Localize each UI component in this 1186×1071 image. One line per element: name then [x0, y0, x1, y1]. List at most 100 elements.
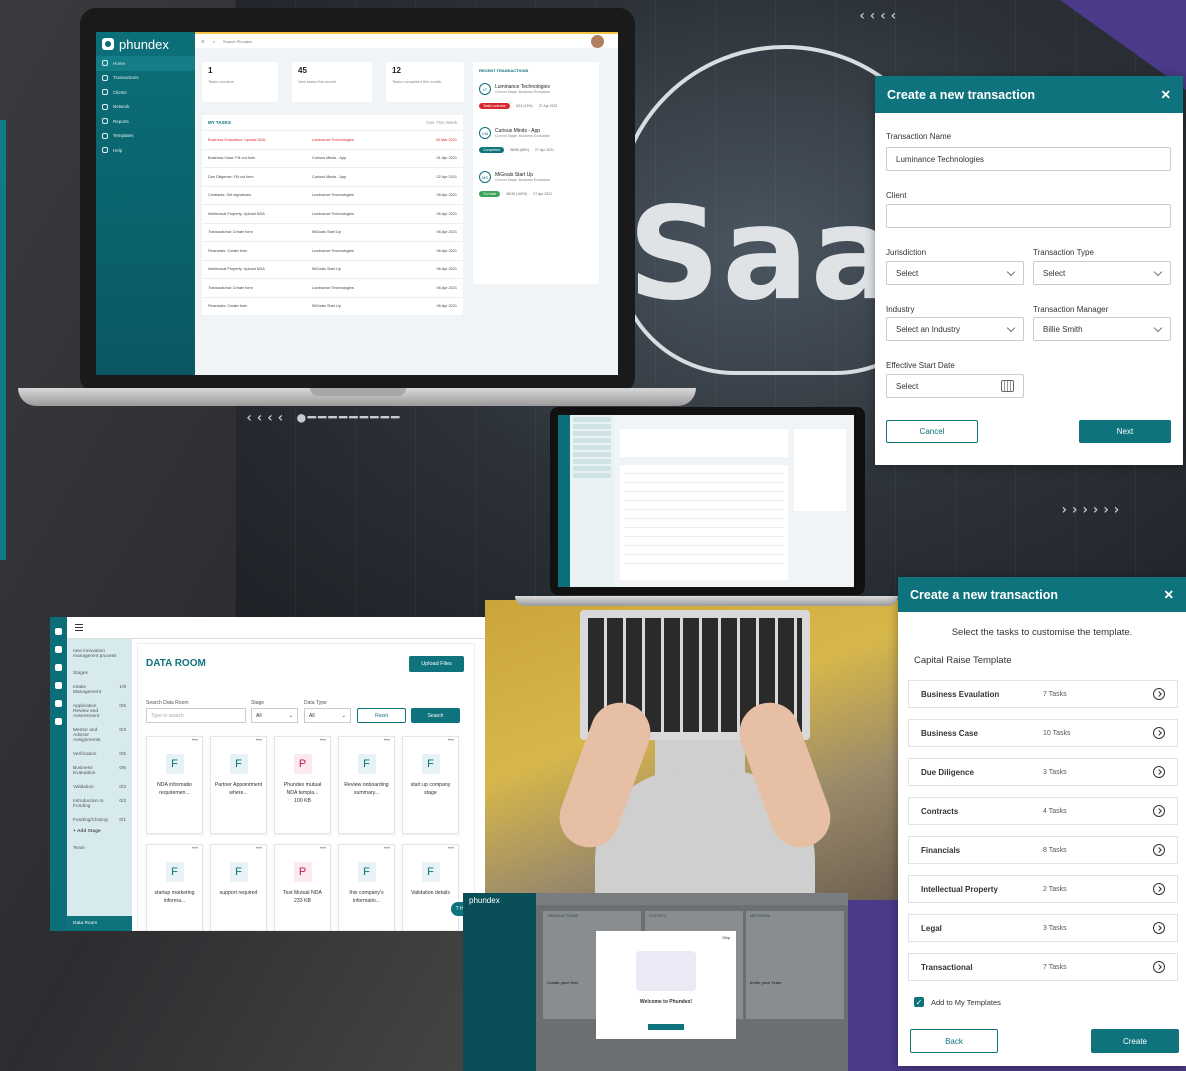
more-options-icon[interactable]: ••• [192, 738, 198, 744]
start-date-picker[interactable]: Select [886, 374, 1024, 398]
file-card[interactable]: ••• P Phundex mutual NDA templa... 100 KB [274, 736, 331, 834]
recent-transaction-card[interactable]: LT Luminance Technologies Current Stage: B… [479, 83, 593, 109]
file-card[interactable]: ••• Fstartup marketing informa... [146, 844, 203, 931]
calendar-icon[interactable] [1001, 380, 1014, 392]
chevron-right-circle-icon[interactable] [1153, 922, 1165, 934]
close-icon[interactable]: ✕ [1164, 587, 1174, 602]
sidebar-item-reports[interactable]: Reports [96, 114, 195, 129]
file-card[interactable]: ••• Fsupport required [210, 844, 267, 931]
tasks-filter-dropdown[interactable]: Due This Week [426, 120, 457, 125]
chevron-right-circle-icon[interactable] [1153, 805, 1165, 817]
cancel-button[interactable]: Cancel [886, 420, 978, 443]
globe-icon[interactable] [55, 682, 62, 689]
more-options-icon[interactable]: ••• [320, 846, 326, 852]
table-row[interactable]: Intellectual Property: Upload NDA Luminan… [202, 204, 463, 223]
search-icon[interactable]: ⌕ [213, 39, 215, 44]
stage-item[interactable]: Mentor and Advisor Assignments 0/3 [67, 728, 132, 743]
template-stage-row[interactable]: Business Evaulation 7 Tasks [908, 680, 1178, 708]
chevron-right-circle-icon[interactable] [1153, 883, 1165, 895]
file-card[interactable]: ••• P Test Mutual NDA 233 KB [274, 844, 331, 931]
file-card[interactable]: ••• F Partner Appointment where... [210, 736, 267, 834]
more-options-icon[interactable]: ••• [384, 846, 390, 852]
more-options-icon[interactable]: ••• [256, 738, 262, 744]
file-card[interactable]: ••• Fthis company's informatio... [338, 844, 395, 931]
next-button[interactable] [648, 1024, 684, 1030]
upload-files-button[interactable]: Upload Files [409, 656, 464, 672]
close-icon[interactable]: ✕ [1161, 87, 1171, 102]
transaction-name-field[interactable]: Luminance Technologies [886, 147, 1171, 171]
file-card[interactable]: ••• F NDA informatio requiremen... [146, 736, 203, 834]
template-stage-row[interactable]: Financials 8 Tasks [908, 836, 1178, 864]
sidebar-item-network[interactable]: Network [96, 100, 195, 115]
more-options-icon[interactable]: ••• [448, 738, 454, 744]
more-options-icon[interactable]: ••• [256, 846, 262, 852]
recent-transaction-card[interactable]: MS MiGoals Start Up Current Stage: Busines… [479, 171, 593, 197]
table-row[interactable]: Financials: Create form Luminance Technol… [202, 241, 463, 260]
template-stage-row[interactable]: Legal 3 Tasks [908, 914, 1178, 942]
transaction-manager-select[interactable]: Billie Smith [1033, 317, 1171, 341]
template-stage-row[interactable]: Intellectual Property 2 Tasks [908, 875, 1178, 903]
menu-icon[interactable]: ☰ [201, 39, 205, 44]
team-nav-item[interactable]: Team [67, 846, 132, 851]
sidebar-item-help[interactable]: Help [96, 143, 195, 158]
file-card[interactable]: ••• F Validation details [402, 844, 459, 931]
next-button[interactable]: Next [1079, 420, 1171, 443]
sidebar-item-transactions[interactable]: Transactions [96, 71, 195, 86]
stage-item[interactable]: Verification 0/5 [67, 752, 132, 757]
chevron-right-circle-icon[interactable] [1153, 766, 1165, 778]
transactions-icon[interactable] [55, 664, 62, 671]
search-input[interactable]: Type to search [146, 708, 246, 723]
client-field[interactable] [886, 204, 1171, 228]
table-row[interactable]: Business Evaluation: Upload NDA Luminance… [202, 130, 463, 149]
back-button[interactable]: Back [910, 1029, 998, 1053]
jurisdiction-select[interactable]: Select [886, 261, 1024, 285]
stage-item[interactable]: Validation 0/3 [67, 785, 132, 790]
stage-item[interactable]: Funding/Closing 0/1 [67, 818, 132, 823]
stage-select[interactable]: All ⌄ [251, 708, 298, 723]
menu-icon[interactable] [75, 624, 83, 631]
table-row[interactable]: Due Diligence: Fill out form Curious Mind… [202, 167, 463, 186]
industry-select[interactable]: Select an Industry [886, 317, 1024, 341]
chevron-right-circle-icon[interactable] [1153, 961, 1165, 973]
more-options-icon[interactable]: ••• [320, 738, 326, 744]
logo-icon[interactable] [55, 628, 62, 635]
more-options-icon[interactable]: ••• [448, 846, 454, 852]
home-icon[interactable] [55, 646, 62, 653]
recent-transaction-card[interactable]: CM Curious Minds - App Current Stage: Busi… [479, 127, 593, 153]
add-stage-button[interactable]: + Add Stage [67, 829, 132, 834]
settings-icon[interactable] [55, 700, 62, 707]
more-options-icon[interactable]: ••• [384, 738, 390, 744]
logo[interactable]: phundex [96, 32, 195, 56]
stage-item[interactable]: Introduction to Funding 0/2 [67, 799, 132, 809]
sidebar-item-home[interactable]: Home [96, 56, 195, 71]
chevron-right-circle-icon[interactable] [1153, 844, 1165, 856]
more-options-icon[interactable]: ••• [192, 846, 198, 852]
file-card[interactable]: ••• Fstart up company stage [402, 736, 459, 834]
help-icon[interactable] [55, 718, 62, 725]
avatar[interactable] [591, 35, 604, 48]
table-row[interactable]: Business Case: Fill out form Curious Mind… [202, 148, 463, 168]
template-stage-row[interactable]: Contracts 4 Tasks [908, 797, 1178, 825]
table-row[interactable]: Contracts: Get signatures Luminance Techn… [202, 185, 463, 205]
chevron-right-circle-icon[interactable] [1153, 727, 1165, 739]
table-row[interactable]: Transactional: Create form Luminance Tech… [202, 278, 463, 297]
transaction-type-select[interactable]: Select [1033, 261, 1171, 285]
stage-item[interactable]: Intake Management 1/9 [67, 685, 132, 695]
template-stage-row[interactable]: Business Case 10 Tasks [908, 719, 1178, 747]
search-input[interactable]: Search Phundex [223, 39, 253, 44]
add-to-templates-checkbox[interactable]: ✓ Add to My Templates [914, 997, 1001, 1007]
table-row[interactable]: Financials: Create form MiGoals Start Up 0… [202, 296, 463, 316]
data-room-nav-item[interactable]: Data Room [67, 916, 132, 931]
table-row[interactable]: Transactional: Create form MiGoals Start … [202, 222, 463, 242]
chevron-right-circle-icon[interactable] [1153, 688, 1165, 700]
data-type-select[interactable]: All ⌄ [304, 708, 351, 723]
create-button[interactable]: Create [1091, 1029, 1179, 1053]
sidebar-item-templates[interactable]: Templates [96, 129, 195, 144]
search-button[interactable]: Search [411, 708, 460, 723]
file-card[interactable]: ••• F Review onboarding summary... [338, 736, 395, 834]
template-stage-row[interactable]: Due Diligence 3 Tasks [908, 758, 1178, 786]
reset-button[interactable]: Reset [357, 708, 406, 723]
stage-item[interactable]: Application Review and Assessment 0/6 [67, 704, 132, 719]
table-row[interactable]: Intellectual Property: Upload NDA MiGoals… [202, 259, 463, 279]
stage-item[interactable]: Business Evaluation 0/6 [67, 766, 132, 776]
